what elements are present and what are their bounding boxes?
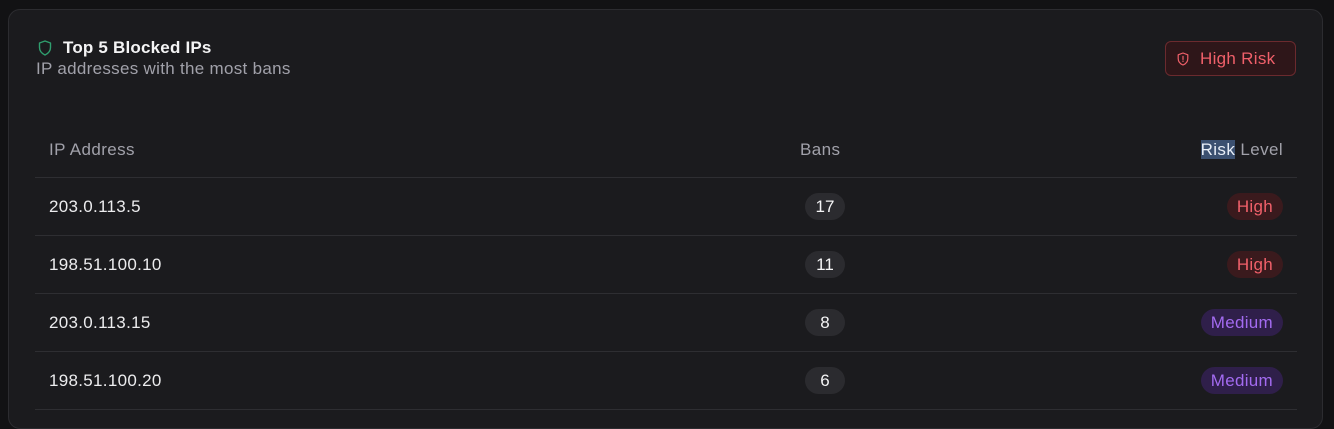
bans-count-pill: 8 [805, 309, 845, 336]
ip-address-cell: 203.0.113.15 [49, 313, 151, 332]
bans-count-pill: 11 [805, 251, 845, 278]
blocked-ips-card: Top 5 Blocked IPs IP addresses with the … [8, 9, 1323, 429]
ip-address-cell: 198.51.100.20 [49, 371, 162, 390]
risk-level-badge: High [1226, 251, 1283, 278]
ip-address-cell: 198.51.100.10 [49, 255, 162, 274]
card-title: Top 5 Blocked IPs [63, 38, 212, 57]
table-row[interactable]: 203.0.113.15 8 Medium [35, 294, 1297, 352]
table-row[interactable]: 198.51.100.10 11 High [35, 236, 1297, 294]
table-row[interactable]: 198.51.100.20 6 Medium [35, 352, 1297, 410]
column-header-risk-level-rest: Level [1235, 140, 1283, 159]
table-header: IP Address Bans Risk Level [35, 122, 1297, 178]
shield-alert-icon [1177, 51, 1189, 66]
selected-text-risk: Risk [1200, 140, 1236, 159]
risk-level-badge: Medium [1200, 309, 1283, 336]
high-risk-badge[interactable]: High Risk [1165, 41, 1296, 76]
bans-count-pill: 6 [805, 367, 845, 394]
column-header-ip-address[interactable]: IP Address [49, 140, 135, 160]
risk-level-badge: Medium [1200, 367, 1283, 394]
card-subtitle: IP addresses with the most bans [36, 59, 291, 78]
column-header-bans[interactable]: Bans [800, 140, 840, 160]
ip-address-cell: 203.0.113.5 [49, 197, 141, 216]
blocked-ips-table: IP Address Bans Risk Level 203.0.113.5 1… [35, 122, 1297, 410]
table-row[interactable]: 203.0.113.5 17 High [35, 178, 1297, 236]
high-risk-badge-label: High Risk [1200, 48, 1276, 68]
bans-count-pill: 17 [805, 193, 845, 220]
risk-level-badge: High [1226, 193, 1283, 220]
column-header-risk-level[interactable]: Risk Level [1200, 140, 1283, 160]
shield-icon [38, 40, 52, 56]
